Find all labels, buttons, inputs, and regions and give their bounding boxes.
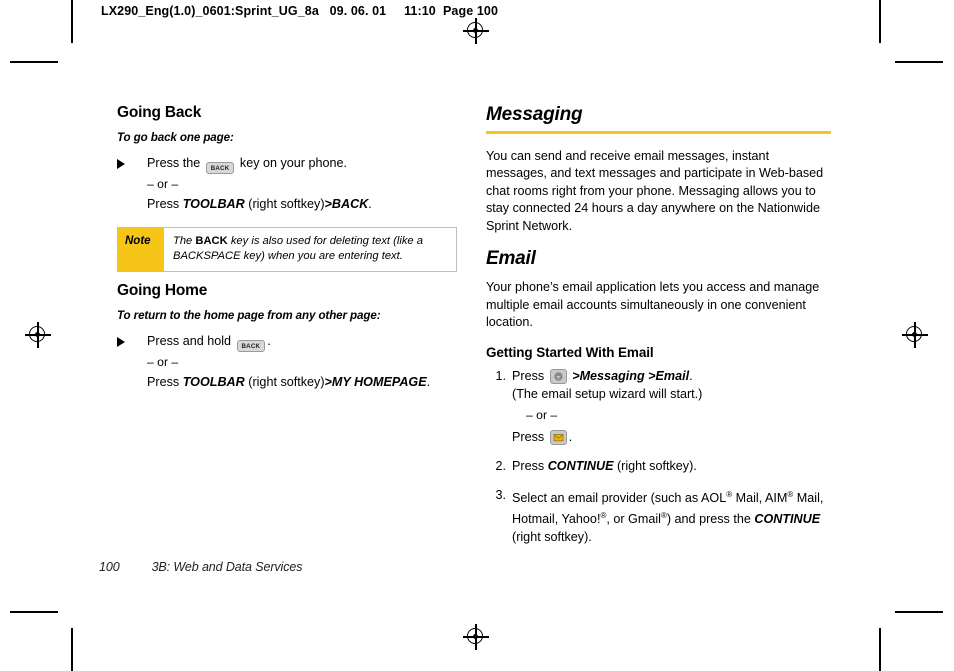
period-2: . bbox=[267, 334, 271, 348]
triangle-bullet-icon bbox=[117, 337, 125, 347]
getting-started-steps: 1. Press ᯤ >Messaging >Email. (The email… bbox=[486, 367, 831, 546]
note-text-back-key: BACK bbox=[195, 235, 228, 247]
step-press-back-key: Press the BACK key on your phone. bbox=[117, 154, 462, 174]
email-key-icon bbox=[549, 429, 567, 445]
left-column: Going Back To go back one page: Press th… bbox=[117, 104, 462, 393]
or-separator-2: – or – bbox=[147, 355, 179, 369]
list-item: 1. Press ᯤ >Messaging >Email. (The email… bbox=[486, 367, 831, 446]
or-separator-1: – or – bbox=[147, 177, 179, 191]
messaging-body-paragraph: You can send and receive email messages,… bbox=[486, 148, 824, 233]
step-press-toolbar-myhomepage: Press TOOLBAR (right softkey)>MY HOMEPAG… bbox=[117, 373, 462, 391]
gt-sign-1: > bbox=[324, 197, 332, 211]
press-label-step1-alt: Press bbox=[512, 429, 545, 444]
gt-sign-2: > bbox=[324, 375, 332, 389]
back-menu-label: BACK bbox=[331, 197, 369, 211]
step-press-toolbar-back: Press TOOLBAR (right softkey)>BACK. bbox=[117, 195, 462, 213]
step-text-post: key on your phone. bbox=[239, 156, 348, 170]
heading-getting-started-with-email: Getting Started With Email bbox=[486, 344, 654, 360]
right-softkey-note-step2: (right softkey). bbox=[616, 458, 697, 473]
right-column: Messaging You can send and receive email… bbox=[486, 104, 831, 557]
press-hold-label: Press and hold bbox=[147, 334, 232, 348]
period-step1: . bbox=[689, 368, 693, 383]
right-softkey-note-2: (right softkey) bbox=[248, 375, 325, 389]
gt-sign-step1-a: > bbox=[572, 368, 580, 383]
my-homepage-label: MY HOMEPAGE bbox=[331, 375, 427, 389]
toolbar-softkey-label-1: TOOLBAR bbox=[182, 197, 245, 211]
note-label: Note bbox=[118, 228, 164, 271]
list-item: 3. Select an email provider (such as AOL… bbox=[486, 486, 831, 546]
list-item: 2. Press CONTINUE (right softkey). bbox=[486, 457, 831, 475]
period-step1-alt: . bbox=[568, 429, 573, 444]
heading-going-back: Going Back bbox=[117, 104, 202, 121]
step3-text-f: (right softkey). bbox=[512, 529, 592, 544]
step-text-pre: Press the bbox=[147, 156, 201, 170]
step-number-2: 2. bbox=[495, 458, 506, 473]
back-key-icon: BACK bbox=[236, 340, 266, 352]
triangle-bullet-icon bbox=[117, 159, 125, 169]
email-body-paragraph: Your phone’s email application lets you … bbox=[486, 280, 820, 329]
page-content: Going Back To go back one page: Press th… bbox=[0, 0, 954, 671]
step3-text-b: Mail, AIM bbox=[732, 490, 788, 505]
note-text-part1: The bbox=[173, 235, 196, 247]
step1-note-line: (The email setup wizard will start.) bbox=[512, 386, 703, 401]
continue-softkey-label-1: CONTINUE bbox=[547, 458, 614, 473]
toolbar-softkey-label-2: TOOLBAR bbox=[182, 375, 245, 389]
heading-email: Email bbox=[486, 248, 536, 269]
lead-going-home: To return to the home page from any othe… bbox=[117, 309, 381, 322]
press-label-step1: Press bbox=[512, 368, 545, 383]
step3-text-a: Select an email provider (such as AOL bbox=[512, 490, 727, 505]
continue-softkey-label-2: CONTINUE bbox=[754, 511, 821, 526]
press-label-2: Press bbox=[147, 375, 180, 389]
gt-sign-step1-b: > bbox=[648, 368, 656, 383]
yellow-rule bbox=[486, 131, 831, 134]
footer-page-number: 100 bbox=[99, 560, 120, 574]
step3-text-d: , or Gmail bbox=[606, 511, 661, 526]
right-softkey-note-1: (right softkey) bbox=[248, 197, 325, 211]
or-separator-step1: – or – bbox=[526, 407, 558, 422]
step1-alt-line: Press . bbox=[512, 428, 831, 446]
step-number-3: 3. bbox=[495, 487, 506, 502]
heading-going-home: Going Home bbox=[117, 282, 208, 299]
messaging-menu-label: Messaging bbox=[579, 368, 645, 383]
step-number-1: 1. bbox=[495, 368, 506, 383]
back-key-icon: BACK bbox=[205, 162, 235, 174]
heading-messaging: Messaging bbox=[486, 104, 583, 125]
period-3: . bbox=[426, 375, 431, 389]
period-1: . bbox=[368, 197, 372, 211]
step-press-hold-back: Press and hold BACK. bbox=[117, 332, 462, 352]
page-footer: 100 3B: Web and Data Services bbox=[99, 560, 302, 574]
note-box: Note The BACK key is also used for delet… bbox=[117, 227, 457, 272]
menu-key-icon: ᯤ bbox=[549, 368, 567, 384]
email-menu-label: Email bbox=[655, 368, 690, 383]
press-label-step2: Press bbox=[512, 458, 545, 473]
footer-section-title: 3B: Web and Data Services bbox=[151, 560, 303, 574]
step3-text-e: ) and press the bbox=[666, 511, 755, 526]
note-text: The BACK key is also used for deleting t… bbox=[164, 228, 456, 271]
press-label-1: Press bbox=[147, 197, 180, 211]
lead-going-back: To go back one page: bbox=[117, 131, 234, 144]
